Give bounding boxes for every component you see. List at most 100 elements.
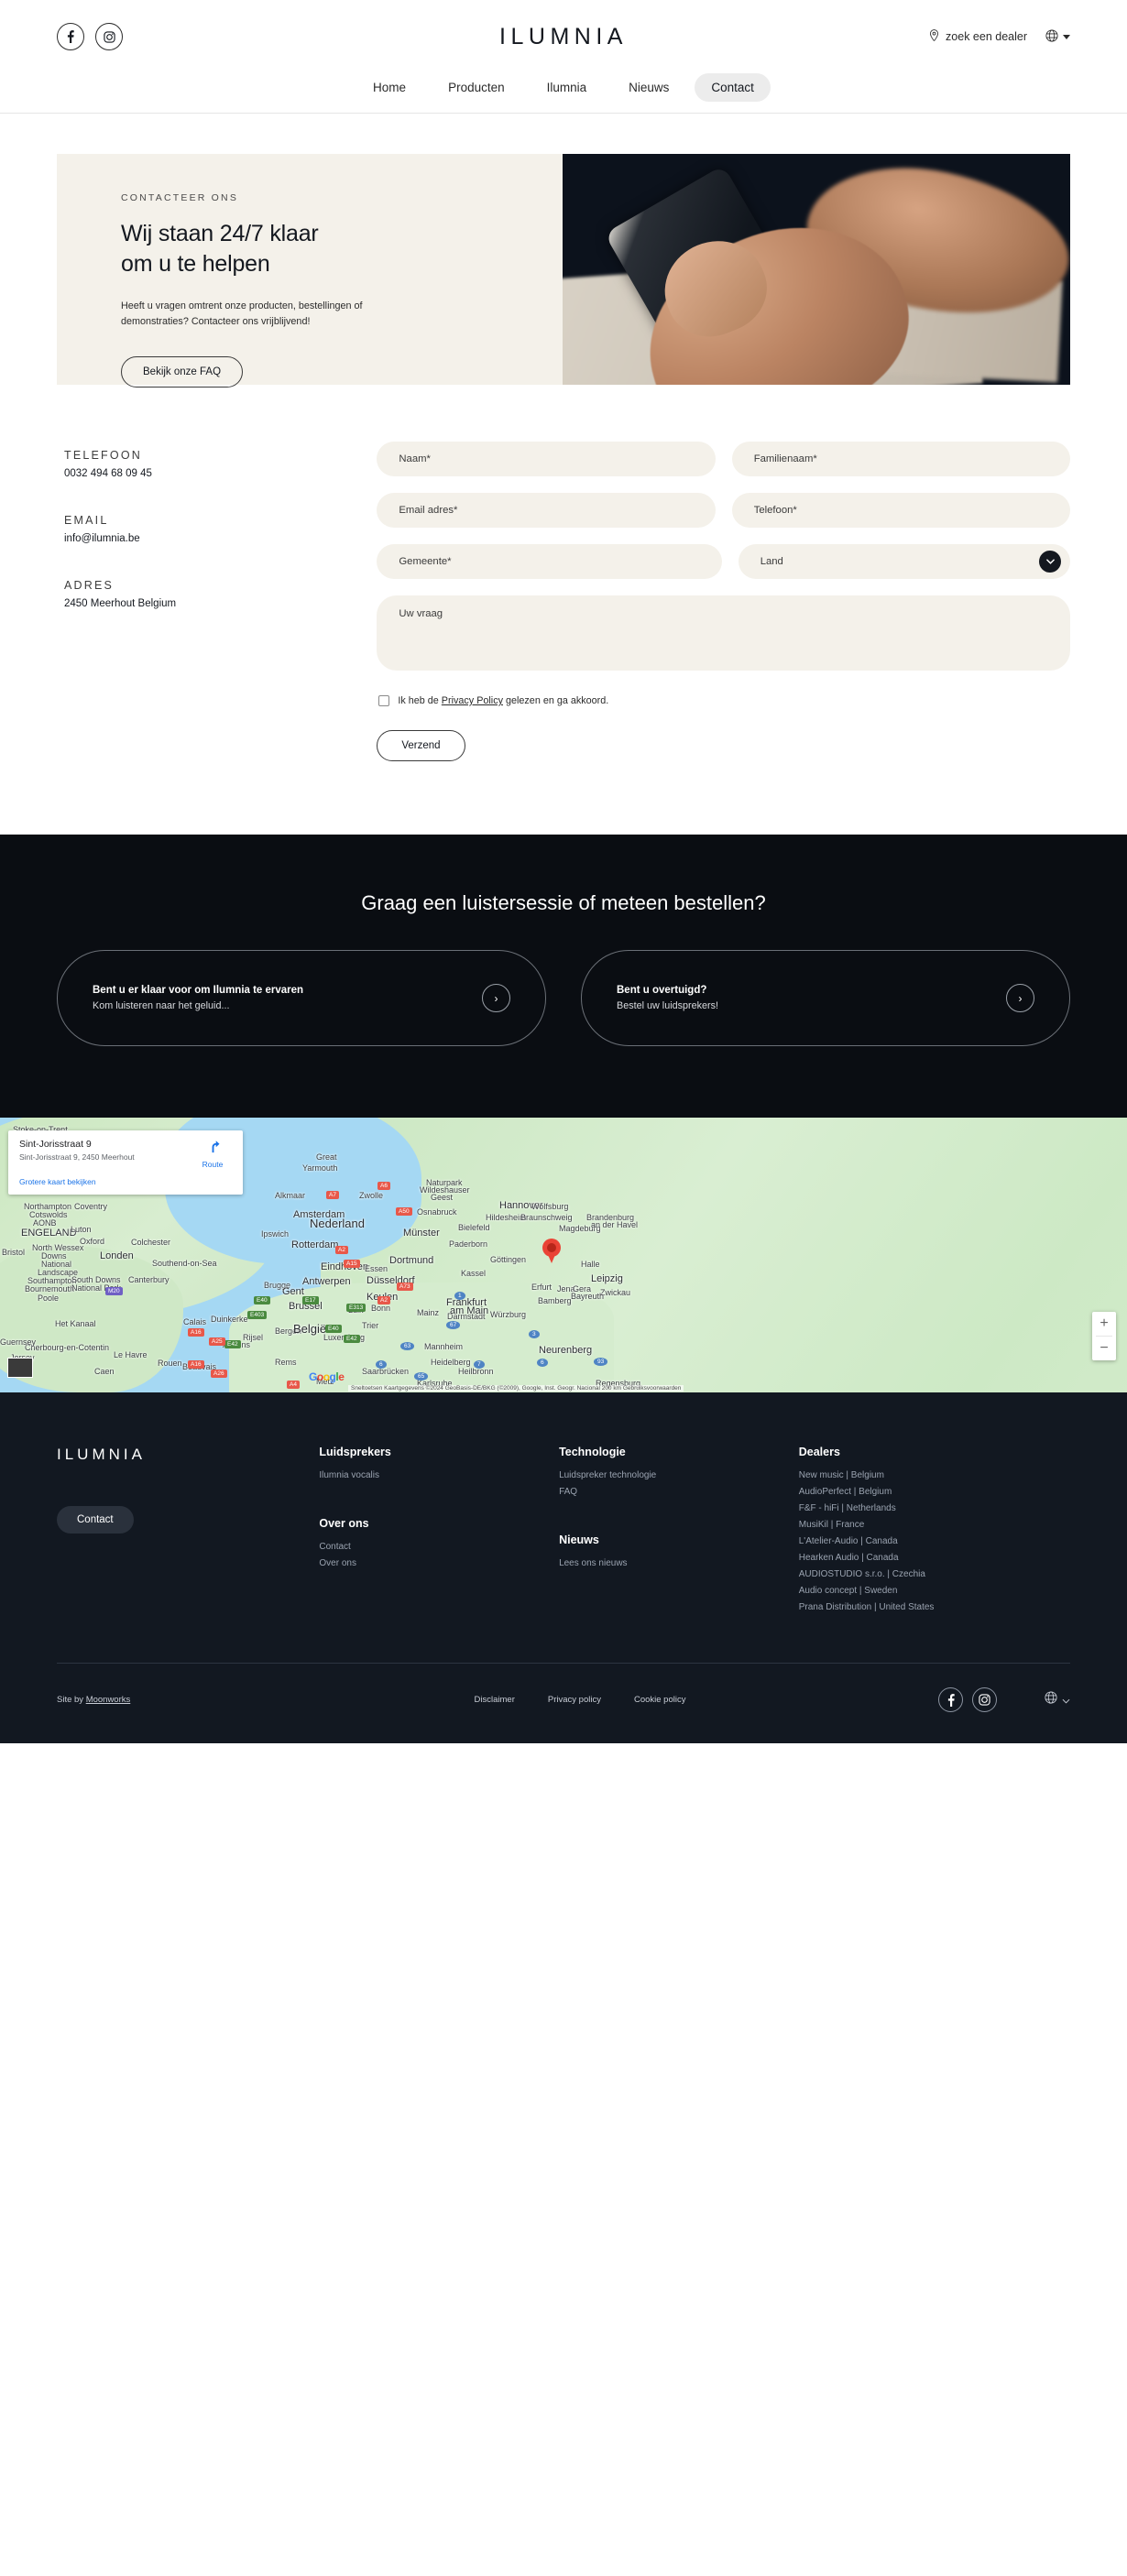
facebook-icon[interactable] [938,1687,963,1712]
contact-label-telefoon: TELEFOON [64,449,142,462]
gemeente-input[interactable] [399,556,700,567]
footer-heading-dealers: Dealers [798,1446,840,1458]
footer-column-luidsprekers: Luidsprekers Ilumnia vocalis Over ons Co… [319,1446,559,1619]
faq-button[interactable]: Bekijk onze FAQ [121,355,244,387]
header-social-group [57,23,123,50]
footer-legal-links: Disclaimer Privacy policy Cookie policy [332,1695,938,1705]
footer-contact-button[interactable]: Contact [57,1506,134,1534]
map-place-label: Heidelberg [431,1358,471,1367]
map-place-label: Zwolle [359,1191,384,1200]
footer-language-selector[interactable] [1045,1691,1070,1708]
map-section[interactable]: Stoke-on-TrentNorwichGreatYarmouthCovent… [0,1118,1127,1392]
find-dealer-label: zoek een dealer [946,30,1027,43]
privacy-policy-link[interactable]: Privacy Policy [442,695,503,706]
cta-card-bestellen[interactable]: Bent u overtuigd? Bestel uw luidsprekers… [581,950,1070,1046]
nav-item-home[interactable]: Home [356,73,422,102]
nav-item-ilumnia[interactable]: Ilumnia [531,73,604,102]
land-select[interactable]: Land [738,544,1070,579]
footer-link-dealer[interactable]: AudioPerfect | Belgium [799,1487,1070,1497]
footer-link-dealer[interactable]: AUDIOSTUDIO s.r.o. | Czechia [799,1569,1070,1579]
cta-cards: Bent u er klaar voor om Ilumnia te ervar… [57,950,1070,1046]
footer-link-over-ons[interactable]: Over ons [319,1558,559,1568]
cta-card-title: Bent u er klaar voor om Ilumnia te ervar… [93,985,304,996]
footer-link-dealer[interactable]: F&F - hiFi | Netherlands [799,1503,1070,1513]
footer-link-ilumnia-vocalis[interactable]: Ilumnia vocalis [319,1470,559,1480]
footer-link-disclaimer[interactable]: Disclaimer [475,1695,515,1705]
familienaam-field[interactable] [731,442,1070,476]
footer-link-dealer[interactable]: L'Atelier-Audio | Canada [799,1536,1070,1546]
verzend-button[interactable]: Verzend [377,730,465,761]
footer-column-dealers: Dealers New music | Belgium AudioPerfect … [799,1446,1070,1619]
footer-link-luidspreker-technologie[interactable]: Luidspreker technologie [559,1470,799,1480]
email-input[interactable] [399,505,694,516]
chevron-down-icon[interactable] [1039,551,1061,573]
telefoon-field[interactable] [731,493,1070,528]
footer-link-dealer[interactable]: Hearken Audio | Canada [799,1553,1070,1563]
map-road-shield: 7 [474,1360,485,1369]
map-place-label: Coventry [74,1202,108,1211]
map-inset-thumbnail[interactable] [7,1358,33,1378]
map-place-label: Poole [38,1293,60,1303]
hero-banner: CONTACTEER ONS Wij staan 24/7 klaar om u… [57,154,1070,387]
cta-card-title: Bent u overtuigd? [617,985,707,996]
footer-link-dealer[interactable]: Prana Distribution | United States [799,1602,1070,1612]
footer-link-dealer[interactable]: Audio concept | Sweden [799,1586,1070,1596]
map-larger-link[interactable]: Grotere kaart bekijken [19,1177,233,1186]
map-road-shield: A15 [344,1260,360,1268]
map-road-shield: E40 [325,1325,342,1333]
footer-link-cookie-policy[interactable]: Cookie policy [634,1695,686,1705]
contact-section: TELEFOON 0032 494 68 09 45 EMAIL info@il… [0,385,1127,835]
footer-link-contact[interactable]: Contact [319,1542,559,1552]
footer-link-privacy-policy[interactable]: Privacy policy [548,1695,601,1705]
map-zoom-out-button[interactable]: − [1092,1337,1116,1360]
map-place-label: Mainz [417,1308,440,1317]
familienaam-input[interactable] [753,453,1048,464]
footer-link-dealer[interactable]: New music | Belgium [799,1470,1070,1480]
cta-card-text: Bent u er klaar voor om Ilumnia te ervar… [93,985,482,1011]
map-route-button[interactable]: Route [192,1139,233,1169]
nav-item-nieuws[interactable]: Nieuws [612,73,685,102]
gemeente-field[interactable] [377,544,722,579]
contact-value-telefoon: 0032 494 68 09 45 [64,468,152,479]
naam-input[interactable] [399,453,694,464]
cta-card-luistersessie[interactable]: Bent u er klaar voor om Ilumnia te ervar… [57,950,546,1046]
footer-link-dealer[interactable]: MusiKil | France [799,1520,1070,1530]
map-road-shield: 6 [537,1359,548,1367]
map-place-label: Rems [275,1358,297,1367]
map-place-label: Bayreuth [571,1292,605,1301]
instagram-icon[interactable] [972,1687,997,1712]
map-road-shield: A4 [287,1381,300,1389]
language-selector[interactable] [1045,28,1070,45]
vraag-textarea[interactable] [377,595,1070,671]
moonworks-link[interactable]: Moonworks [86,1695,131,1705]
map-place-label: Great [316,1152,337,1162]
map-place-label: Londen [100,1250,134,1261]
privacy-checkbox[interactable] [378,695,390,706]
nav-item-producten[interactable]: Producten [432,73,521,102]
map-road-shield: A2 [335,1246,348,1254]
map-road-shield: E403 [247,1311,268,1319]
map-zoom-in-button[interactable]: + [1092,1312,1116,1336]
map-attribution: Sneltoetsen Kaartgegevens ©2024 GeoBasis… [348,1385,684,1392]
footer-link-faq[interactable]: FAQ [559,1487,799,1497]
nav-item-contact[interactable]: Contact [695,73,771,102]
footer-heading-nieuws: Nieuws [559,1534,599,1546]
site-logo[interactable]: ILUMNIA [499,24,628,50]
instagram-icon[interactable] [95,23,123,50]
chevron-right-icon[interactable]: › [1006,984,1034,1012]
footer-logo[interactable]: ILUMNIA [57,1446,319,1464]
footer-social-group [938,1687,997,1712]
telefoon-input[interactable] [753,505,1048,516]
chevron-right-icon[interactable]: › [482,984,510,1012]
map-location-pin[interactable] [542,1239,561,1264]
map-place-label: Antwerpen [302,1276,351,1287]
email-field[interactable] [377,493,716,528]
footer-link-lees-ons-nieuws[interactable]: Lees ons nieuws [559,1558,799,1568]
map-place-label: Wolfsburg [531,1202,569,1211]
find-dealer-link[interactable]: zoek een dealer [929,29,1027,44]
naam-field[interactable] [377,442,716,476]
map-place-label: Canterbury [128,1275,170,1284]
facebook-icon[interactable] [57,23,84,50]
footer-dealer-list: New music | Belgium AudioPerfect | Belgiu… [799,1470,1070,1612]
map-road-shield: A73 [397,1283,413,1291]
